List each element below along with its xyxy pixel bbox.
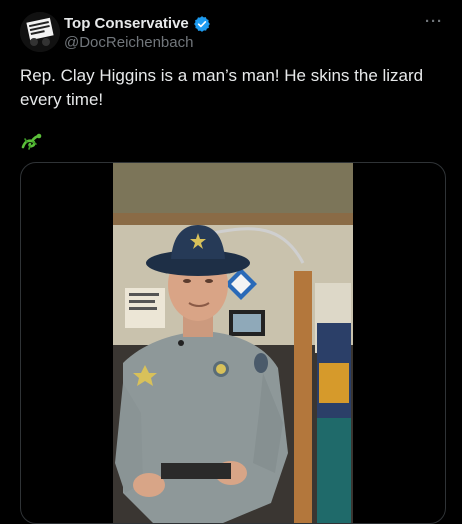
more-options-button[interactable]: ···: [424, 14, 444, 30]
author-avatar[interactable]: [20, 12, 60, 52]
author-block[interactable]: Top Conservative @DocReichenbach: [64, 14, 211, 52]
video-still-image: [113, 163, 353, 523]
tweet-text: Rep. Clay Higgins is a man’s man! He ski…: [20, 66, 424, 109]
author-handle[interactable]: @DocReichenbach: [64, 33, 211, 52]
video-frame[interactable]: [113, 163, 353, 523]
verified-badge-icon: [193, 15, 211, 33]
tweet-card[interactable]: Top Conservative @DocReichenbach ··· Rep…: [0, 0, 462, 524]
lizard-emoji-icon: [20, 131, 42, 151]
author-name[interactable]: Top Conservative: [64, 14, 189, 33]
tweet-media-video[interactable]: [20, 162, 446, 524]
avatar-image: [20, 12, 60, 52]
